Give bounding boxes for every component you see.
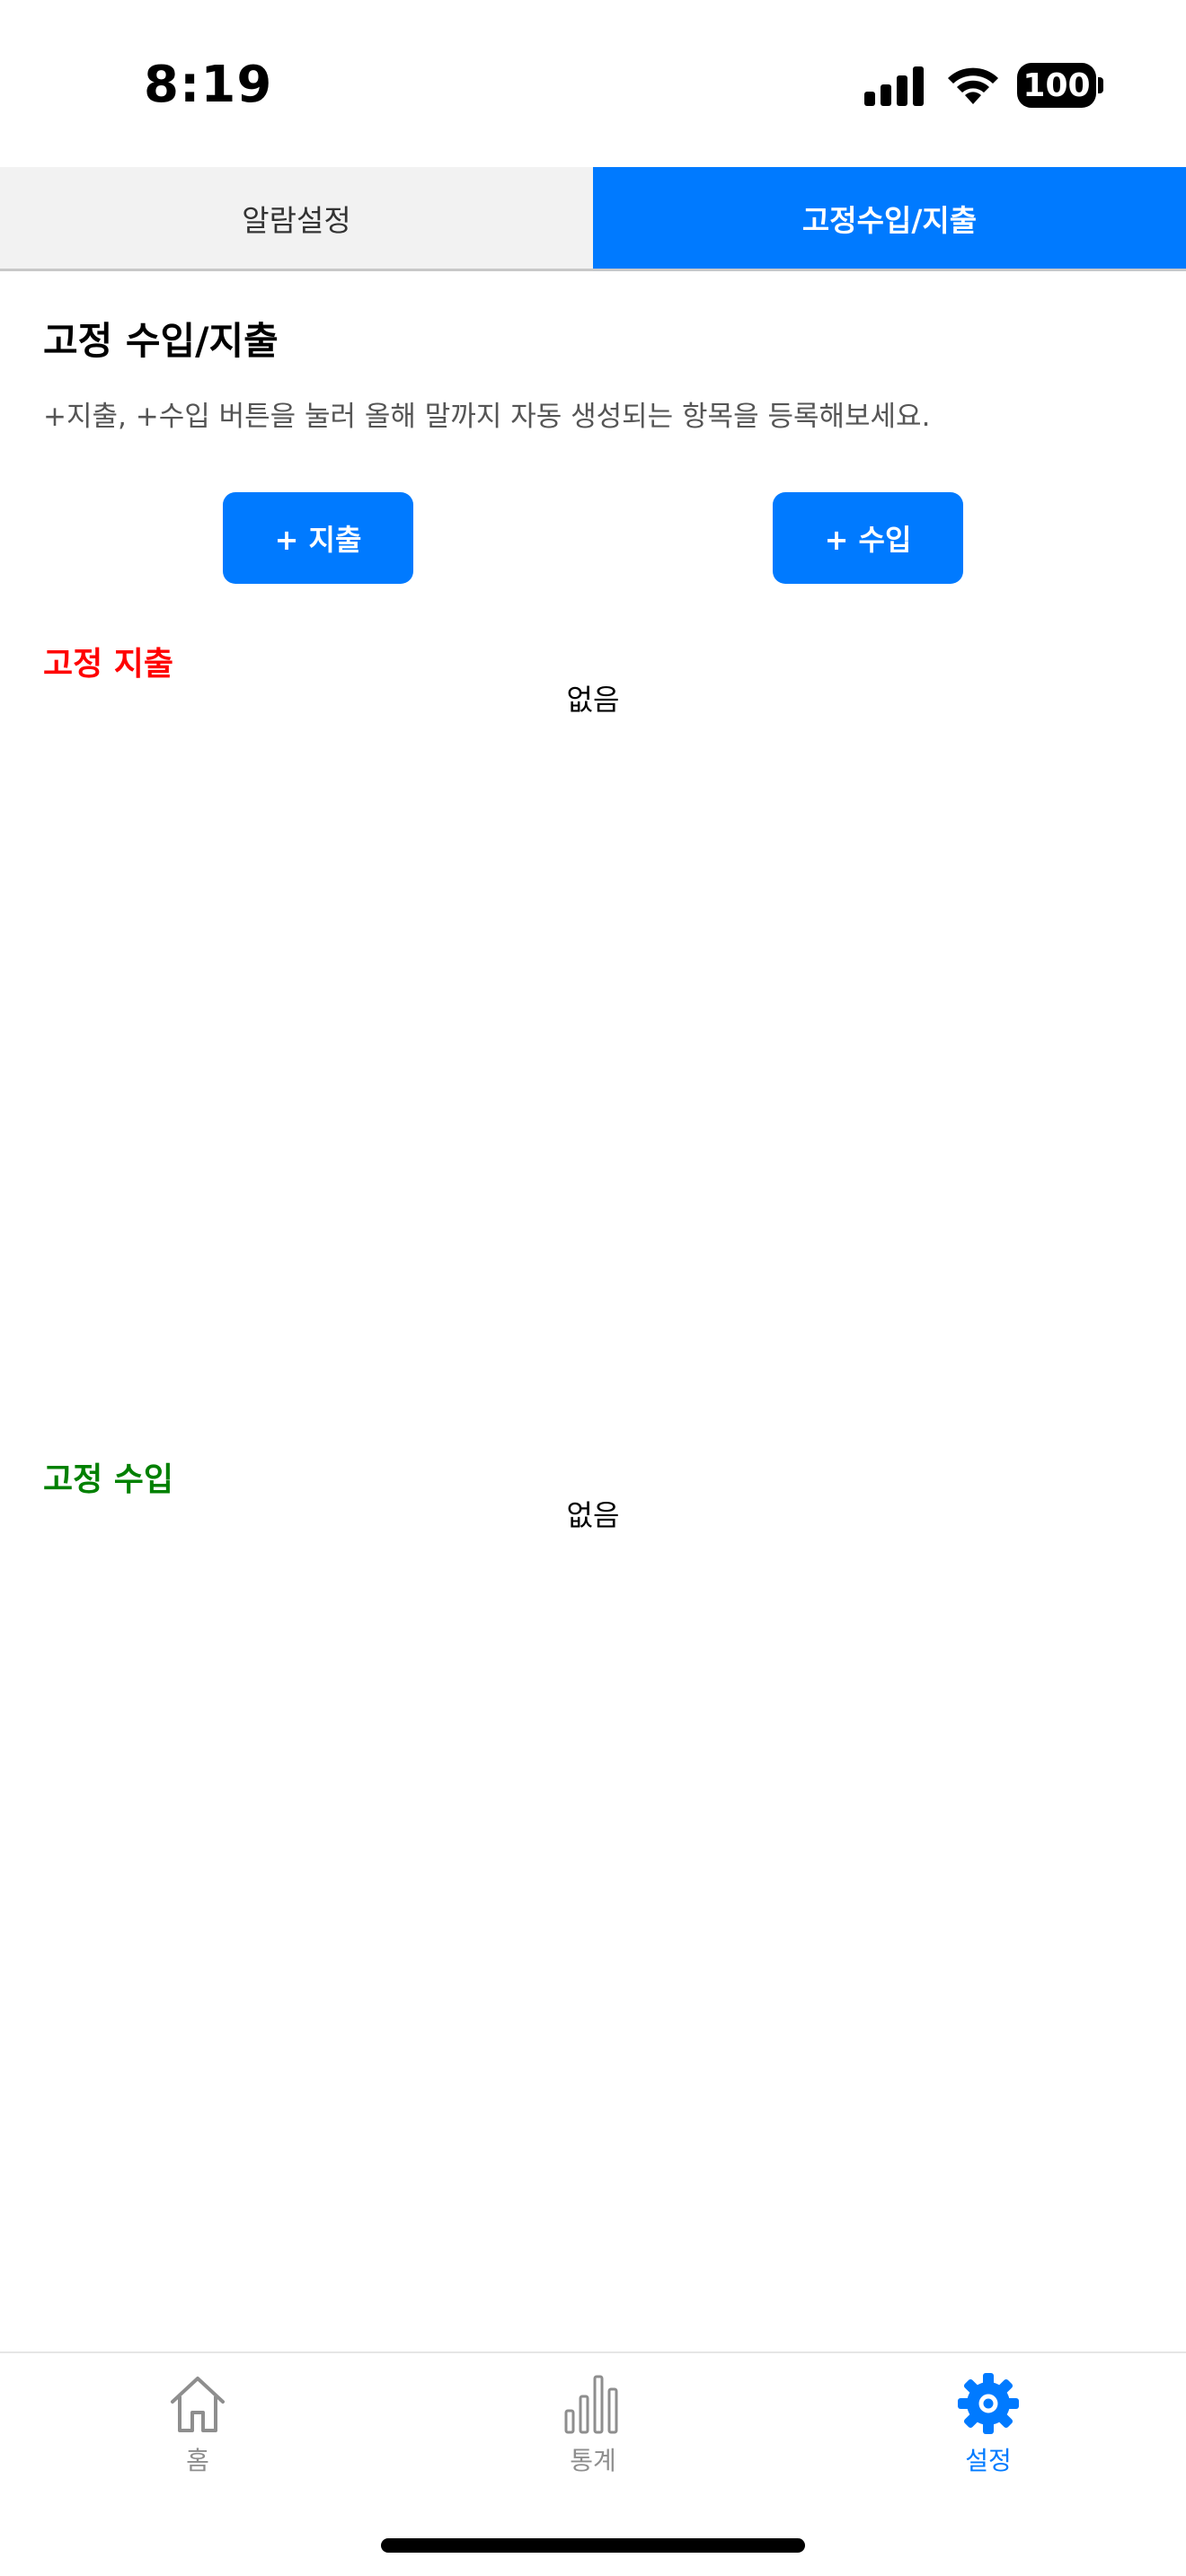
add-expense-button[interactable]: + 지출: [223, 492, 413, 584]
tab-alarm-settings[interactable]: 알람설정: [0, 167, 593, 269]
nav-item-home[interactable]: 홈: [108, 2371, 288, 2488]
fixed-expense-empty-text: 없음: [566, 683, 620, 717]
battery-level: 100: [1017, 63, 1096, 108]
nav-label-settings: 설정: [965, 2446, 1012, 2475]
battery-indicator: 100: [1017, 63, 1103, 108]
tab-fixed-income-expense[interactable]: 고정수입/지출: [593, 167, 1186, 269]
home-icon: [171, 2377, 225, 2432]
nav-item-settings[interactable]: 설정: [898, 2371, 1078, 2488]
page-title: 고정 수입/지출: [43, 319, 279, 363]
wifi-icon: [948, 67, 998, 104]
gear-icon: [958, 2373, 1019, 2434]
status-bar: 8:19 100: [0, 0, 1186, 167]
status-time: 8:19: [144, 56, 273, 114]
page-description: +지출, +수입 버튼을 눌러 올해 말까지 자동 생성되는 항목을 등록해보세…: [43, 401, 931, 433]
app-screen: 8:19 100 알람설정 고정수입/지출 고정 수입/지출 +지출, +수입 …: [0, 0, 1186, 2576]
fixed-income-empty-text: 없음: [566, 1498, 620, 1532]
nav-label-stats: 통계: [570, 2446, 616, 2475]
battery-cap: [1098, 77, 1103, 93]
home-indicator[interactable]: [381, 2538, 805, 2553]
top-tabs: 알람설정 고정수입/지출: [0, 167, 1186, 271]
bar-chart-icon: [564, 2375, 618, 2434]
nav-label-home: 홈: [186, 2446, 209, 2475]
nav-item-stats[interactable]: 통계: [503, 2371, 683, 2488]
cellular-signal-icon: [864, 66, 924, 106]
add-income-button[interactable]: + 수입: [773, 492, 963, 584]
